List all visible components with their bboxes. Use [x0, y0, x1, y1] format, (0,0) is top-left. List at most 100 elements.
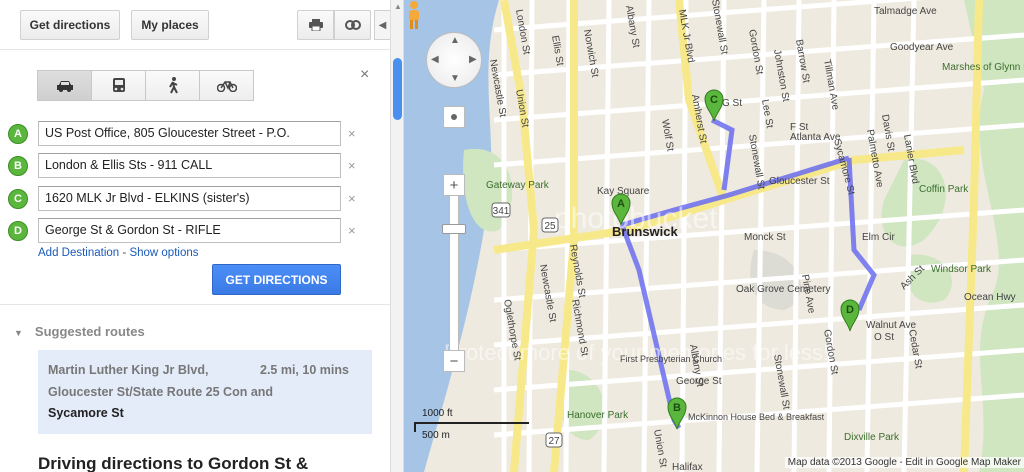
- marshes-label: Marshes of Glynn Park: [942, 62, 1024, 73]
- svg-text:Ellis St: Ellis St: [549, 35, 565, 67]
- zoom-in-button[interactable]: +: [443, 174, 465, 196]
- chevron-left-icon: ◀: [378, 19, 387, 31]
- remove-waypoint-b-icon[interactable]: ×: [348, 158, 356, 173]
- collapse-panel-button[interactable]: ◀: [374, 10, 390, 40]
- walking-icon: [168, 77, 178, 94]
- g-st-label: G St: [722, 98, 742, 109]
- remove-waypoint-a-icon[interactable]: ×: [348, 126, 356, 141]
- zoom-slider-track[interactable]: [449, 195, 459, 363]
- coffin-park-label: Coffin Park: [919, 184, 969, 195]
- map-marker-c[interactable]: C: [703, 88, 725, 122]
- remove-waypoint-c-icon[interactable]: ×: [348, 191, 356, 206]
- show-options-link[interactable]: Show options: [129, 247, 198, 259]
- bicycle-icon: [216, 81, 237, 92]
- svg-text:Wolf St: Wolf St: [659, 119, 675, 153]
- directions-panel: Get directions My places ◀ × A US Post O…: [0, 0, 390, 472]
- suggested-routes-label: Suggested routes: [34, 324, 145, 339]
- marker-d-icon[interactable]: D: [8, 221, 28, 241]
- link-button[interactable]: [334, 10, 371, 40]
- goodyear-label: Goodyear Ave: [890, 42, 954, 53]
- svg-text:Union St: Union St: [513, 89, 531, 129]
- elm-label: Elm Cir: [862, 232, 895, 243]
- link-icon: [344, 20, 361, 30]
- f-st-label: F St: [790, 122, 809, 133]
- map-attribution: Map data ©2013 Google -: [784, 457, 906, 468]
- waypoint-b-input[interactable]: London & Ellis Sts - 911 CALL: [38, 153, 341, 178]
- my-location-button[interactable]: [443, 106, 465, 128]
- svg-text:Tillman Ave: Tillman Ave: [821, 59, 841, 112]
- svg-text:Albany St: Albany St: [623, 5, 641, 49]
- top-toolbar: Get directions My places ◀: [0, 0, 390, 50]
- waypoint-a-input[interactable]: US Post Office, 805 Gloucester Street - …: [38, 121, 341, 146]
- pan-left-icon[interactable]: ◀: [431, 54, 439, 65]
- marker-a-icon[interactable]: A: [8, 124, 28, 144]
- print-button[interactable]: [297, 10, 334, 40]
- link-separator: -: [119, 247, 130, 259]
- svg-text:Stonewall St: Stonewall St: [709, 0, 730, 55]
- car-icon: [56, 80, 73, 92]
- map-marker-b[interactable]: B: [666, 396, 688, 430]
- route-option[interactable]: Martin Luther King Jr Blvd, 2.5 mi, 10 m…: [38, 350, 372, 434]
- pan-down-icon[interactable]: ▼: [450, 73, 460, 84]
- close-directions-icon[interactable]: ×: [360, 66, 369, 84]
- talmadge-label: Talmadge Ave: [874, 6, 937, 17]
- marker-b-icon[interactable]: B: [8, 156, 28, 176]
- route-name-line2: Gloucester St/State Route 25 Con and: [48, 385, 274, 399]
- pan-up-icon[interactable]: ▲: [450, 35, 460, 46]
- pan-control[interactable]: ▲ ▼ ◀ ▶: [426, 32, 482, 88]
- suggested-routes-heading[interactable]: ▼ Suggested routes: [14, 324, 145, 339]
- waypoint-b: B London & Ellis Sts - 911 CALL ×: [8, 153, 368, 179]
- marker-c-label: C: [710, 94, 718, 106]
- waypoint-d-input[interactable]: George St & Gordon St - RIFLE: [38, 218, 341, 243]
- edit-in-map-maker-link[interactable]: Edit in Google Map Maker: [902, 457, 1024, 468]
- mode-bicycling[interactable]: [199, 70, 254, 101]
- presbyterian-label: First Presbyterian Church: [620, 354, 722, 364]
- scrollbar-thumb[interactable]: [393, 58, 402, 120]
- travel-mode-selector: [37, 70, 260, 101]
- monck-label: Monck St: [744, 232, 786, 243]
- hanover-park-label: Hanover Park: [567, 410, 629, 421]
- mckinnon-label: McKinnon House Bed & Breakfast: [688, 412, 825, 422]
- my-places-button[interactable]: My places: [131, 10, 209, 40]
- remove-waypoint-d-icon[interactable]: ×: [348, 223, 356, 238]
- scroll-up-icon[interactable]: ▲: [394, 2, 402, 11]
- dixville-park-label: Dixville Park: [844, 432, 900, 443]
- mode-transit[interactable]: [91, 70, 146, 101]
- printer-icon: [308, 19, 323, 31]
- waypoint-d: D George St & Gordon St - RIFLE ×: [8, 218, 368, 244]
- zoom-slider-handle[interactable]: [442, 224, 466, 234]
- halifax-label: Halifax: [672, 462, 703, 472]
- shield-27: 27: [548, 436, 560, 447]
- panel-scrollbar[interactable]: ▲: [390, 0, 404, 472]
- zoom-out-button[interactable]: −: [443, 350, 465, 372]
- mode-car[interactable]: [37, 70, 92, 101]
- map-canvas[interactable]: photobucket Protect more of your memorie…: [404, 0, 1024, 472]
- marker-d-label: D: [846, 304, 854, 316]
- marker-a-label: A: [617, 198, 625, 210]
- route-name-line1: Martin Luther King Jr Blvd,: [48, 363, 209, 377]
- map-view[interactable]: photobucket Protect more of your memorie…: [404, 0, 1024, 472]
- shield-25: 25: [544, 221, 556, 232]
- waypoint-a: A US Post Office, 805 Gloucester Street …: [8, 121, 368, 147]
- city-label: Brunswick: [612, 224, 679, 239]
- map-marker-d[interactable]: D: [839, 298, 861, 332]
- mode-walking[interactable]: [145, 70, 200, 101]
- divider: [0, 304, 390, 305]
- waypoint-c-input[interactable]: 1620 MLK Jr Blvd - ELKINS (sister's): [38, 186, 341, 211]
- waypoint-c: C 1620 MLK Jr Blvd - ELKINS (sister's) ×: [8, 186, 368, 212]
- marker-c-icon[interactable]: C: [8, 189, 28, 209]
- add-destination-link[interactable]: Add Destination: [38, 247, 119, 259]
- windsor-park-label: Windsor Park: [931, 264, 992, 275]
- svg-text:Johnston St: Johnston St: [771, 49, 791, 103]
- pan-right-icon[interactable]: ▶: [469, 54, 477, 65]
- ocean-hwy-label: Ocean Hwy: [964, 292, 1016, 303]
- gloucester-label: Gloucester St: [769, 176, 830, 187]
- pegman-icon[interactable]: [404, 0, 424, 30]
- get-directions-tab-button[interactable]: Get directions: [20, 10, 120, 40]
- get-directions-button[interactable]: GET DIRECTIONS: [212, 264, 341, 295]
- o-st-label: O St: [874, 332, 894, 343]
- map-marker-a[interactable]: A: [610, 192, 632, 226]
- triangle-down-icon: ▼: [14, 328, 23, 338]
- marker-b-label: B: [673, 402, 681, 414]
- svg-text:Union St: Union St: [651, 429, 669, 469]
